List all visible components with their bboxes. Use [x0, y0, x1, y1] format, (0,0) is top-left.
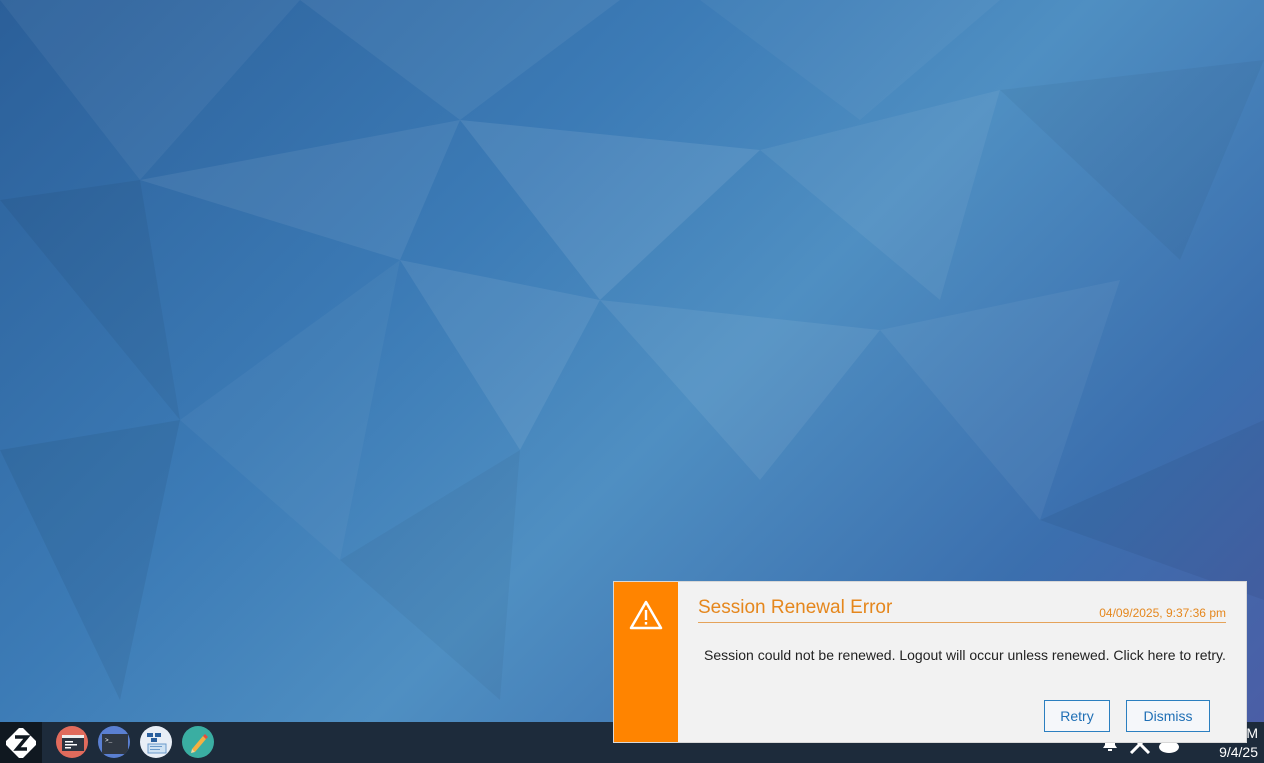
z-logo-icon	[6, 727, 36, 758]
notification-message[interactable]: Session could not be renewed. Logout wil…	[704, 647, 1226, 663]
terminal-app-launcher[interactable]	[56, 726, 88, 758]
start-menu-button[interactable]	[0, 722, 42, 763]
pencil-icon	[191, 734, 208, 753]
dismiss-button[interactable]: Dismiss	[1126, 700, 1210, 732]
retry-button[interactable]: Retry	[1044, 700, 1110, 732]
session-error-notification[interactable]: Session Renewal Error 04/09/2025, 9:37:3…	[613, 581, 1247, 743]
clock-date: 9/4/25	[1219, 744, 1258, 760]
console-app-launcher[interactable]: >_	[98, 726, 130, 758]
console-icon: >_	[102, 734, 128, 754]
notification-accent-bar	[614, 582, 678, 742]
svg-text:>_: >_	[105, 737, 113, 744]
network-app-launcher[interactable]	[140, 726, 172, 758]
warning-icon	[629, 600, 663, 630]
notification-timestamp: 04/09/2025, 9:37:36 pm	[1099, 606, 1226, 620]
editor-app-launcher[interactable]	[182, 726, 214, 758]
terminal-icon	[62, 735, 84, 751]
notification-divider	[698, 622, 1226, 623]
notification-title: Session Renewal Error	[698, 597, 893, 618]
network-icon	[147, 733, 167, 754]
